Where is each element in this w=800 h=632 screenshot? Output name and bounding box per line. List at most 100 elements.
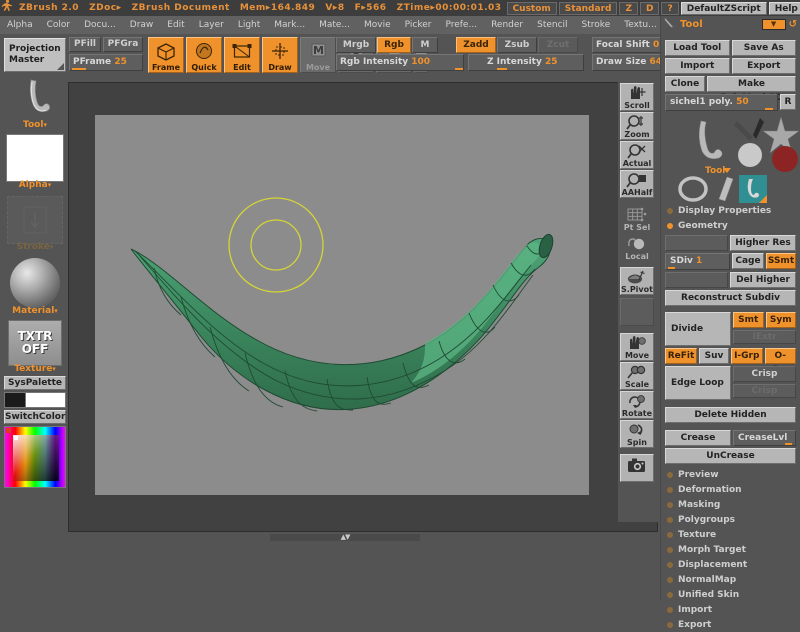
creaselvl-nub[interactable]	[785, 443, 792, 445]
z-intensity-slider[interactable]: Z Intensity 25	[468, 54, 584, 71]
document-collapse-handle[interactable]: ▲▼	[270, 534, 420, 541]
stroke-swatch[interactable]	[7, 196, 63, 244]
primary-color-swatch[interactable]	[4, 392, 26, 408]
section-displacement[interactable]: Displacement	[661, 557, 800, 572]
menu-item-material[interactable]: Mate...	[312, 16, 357, 34]
d-button[interactable]: D	[640, 2, 659, 15]
menu-item-color[interactable]: Color	[40, 16, 78, 34]
scroll-button[interactable]: Scroll	[620, 83, 654, 111]
rgb-button[interactable]: Rgb	[377, 37, 411, 53]
m-button[interactable]: M	[412, 37, 438, 53]
alpha-swatch[interactable]	[6, 134, 64, 182]
creaselvl-slider[interactable]: CreaseLvl	[733, 430, 796, 446]
section-morph-target[interactable]: Morph Target	[661, 542, 800, 557]
menu-item-texture[interactable]: Textu...	[617, 16, 664, 34]
section-import[interactable]: Import	[661, 602, 800, 617]
edge-loop-button[interactable]: Edge Loop	[665, 366, 731, 400]
material-sphere-preview[interactable]	[10, 258, 60, 308]
material-selector-label[interactable]: Material▾	[0, 306, 70, 316]
section-display-properties[interactable]: Display Properties	[661, 203, 800, 218]
set-pivot-button[interactable]: S.Pivot	[620, 267, 654, 295]
edit-button[interactable]: Edit	[224, 37, 260, 73]
smt-button[interactable]: Smt	[733, 312, 764, 328]
rgb-intensity-nub[interactable]	[455, 68, 463, 70]
import-tool-button[interactable]: Import	[665, 58, 730, 74]
pfill-button[interactable]: PFill	[69, 37, 101, 52]
scale-transform-button[interactable]: Scale	[620, 362, 654, 390]
sym-button[interactable]: Sym	[766, 312, 797, 328]
section-polygroups[interactable]: Polygroups	[661, 512, 800, 527]
menu-item-light[interactable]: Light	[231, 16, 267, 34]
alpha-selector-label[interactable]: Alpha▾	[0, 180, 70, 190]
cage-button[interactable]: Cage	[732, 253, 764, 269]
texture-selector-label[interactable]: Texture▾	[0, 364, 70, 374]
pfgra-button[interactable]: PFGra	[103, 37, 143, 52]
current-tool-slider[interactable]: sichel1 poly. 50	[665, 94, 778, 111]
point-select-button[interactable]: Pt Sel	[620, 205, 654, 233]
current-tool-nub[interactable]	[765, 108, 773, 110]
move-button[interactable]: M Move	[300, 37, 336, 73]
standard-button[interactable]: Standard	[559, 2, 618, 15]
pframe-slider[interactable]: PFrame 25	[69, 54, 143, 71]
menu-item-document[interactable]: Docu...	[77, 16, 123, 34]
rgb-intensity-slider[interactable]: Rgb Intensity 100	[336, 54, 464, 71]
color-swatch-row[interactable]	[4, 392, 66, 408]
section-geometry[interactable]: Geometry	[661, 218, 800, 233]
clone-button[interactable]: Clone	[665, 76, 705, 92]
quick-button[interactable]: Quick	[186, 37, 222, 73]
z-button[interactable]: Z	[619, 2, 638, 15]
rotate-transform-button[interactable]: Rotate	[620, 391, 654, 419]
menu-item-edit[interactable]: Edit	[160, 16, 191, 34]
color-picker-gradient[interactable]	[13, 435, 59, 481]
refit-button[interactable]: ReFit	[665, 348, 697, 364]
stroke-selector-label[interactable]: Stroke▾	[0, 242, 70, 252]
aahalf-button[interactable]: AAHalf	[620, 170, 654, 198]
menu-item-preferences[interactable]: Prefe...	[438, 16, 484, 34]
section-export[interactable]: Export	[661, 617, 800, 632]
section-masking[interactable]: Masking	[661, 497, 800, 512]
switchcolor-button[interactable]: SwitchColor	[4, 410, 66, 424]
section-preview[interactable]: Preview	[661, 467, 800, 482]
spin-button[interactable]: Spin	[620, 420, 654, 448]
refresh-icon[interactable]: ↺	[789, 19, 797, 30]
tool-selector-label[interactable]: Tool▾	[0, 120, 70, 130]
zoom-button[interactable]: Zoom	[620, 112, 654, 140]
help-button[interactable]: Help	[769, 2, 800, 15]
syspalette-button[interactable]: SysPalette	[4, 376, 66, 390]
save-as-button[interactable]: Save As	[732, 40, 797, 56]
menu-item-picker[interactable]: Picker	[398, 16, 439, 34]
menu-item-movie[interactable]: Movie	[357, 16, 398, 34]
mrgb-button[interactable]: Mrgb	[336, 37, 376, 53]
zbrush-canvas[interactable]	[95, 115, 589, 495]
uncrease-button[interactable]: UnCrease	[665, 448, 796, 464]
z-intensity-nub[interactable]	[497, 68, 507, 70]
projection-master-button[interactable]: Projection Master	[4, 38, 66, 72]
zadd-button[interactable]: Zadd	[456, 37, 496, 53]
actual-button[interactable]: Actual	[620, 141, 654, 169]
menu-item-draw[interactable]: Draw	[123, 16, 161, 34]
del-higher-button[interactable]: Del Higher	[730, 272, 796, 288]
camera-button[interactable]	[620, 454, 654, 482]
o-grp-button[interactable]: O-Grp	[765, 348, 797, 364]
make-polymesh3d-button[interactable]: Make PolyMesh3D	[707, 76, 796, 92]
secondary-color-swatch[interactable]	[26, 392, 66, 408]
sdiv-slider[interactable]: SDiv 1	[665, 253, 730, 270]
color-picker[interactable]	[4, 426, 66, 488]
menu-item-alpha[interactable]: Alpha	[0, 16, 40, 34]
crisp-button[interactable]: Crisp	[733, 366, 796, 382]
section-deformation[interactable]: Deformation	[661, 482, 800, 497]
delete-hidden-button[interactable]: Delete Hidden	[665, 407, 796, 423]
section-texture[interactable]: Texture	[661, 527, 800, 542]
section-normalmap[interactable]: NormalMap	[661, 572, 800, 587]
sdiv-nub[interactable]	[668, 267, 675, 269]
zsub-button[interactable]: Zsub	[497, 37, 537, 53]
menu-item-stencil[interactable]: Stencil	[530, 16, 574, 34]
menu-item-stroke[interactable]: Stroke	[575, 16, 618, 34]
frame-button[interactable]: Frame	[148, 37, 184, 73]
higher-res-button[interactable]: Higher Res	[730, 235, 796, 251]
ssmt-button[interactable]: SSmt	[766, 253, 796, 269]
current-tool-thumbnail[interactable]	[0, 78, 70, 122]
reconstruct-subdiv-button[interactable]: Reconstruct Subdiv	[665, 290, 796, 306]
tool-palette-dropdown[interactable]: ▼	[762, 19, 786, 30]
crease-button[interactable]: Crease	[665, 430, 731, 446]
